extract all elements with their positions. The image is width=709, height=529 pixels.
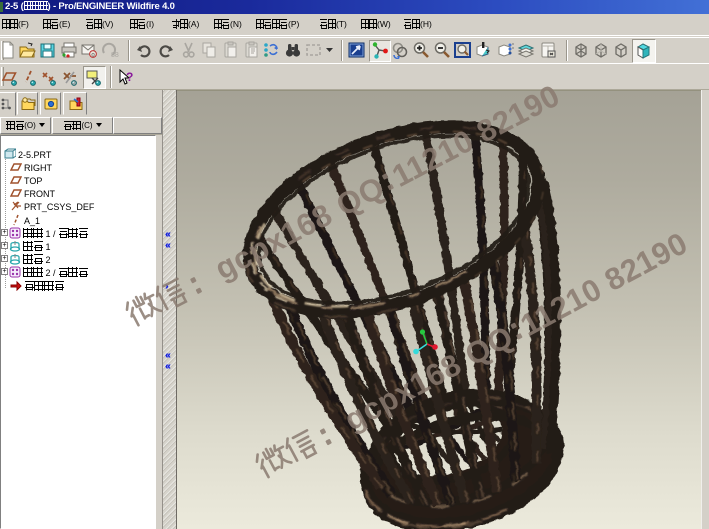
svg-text:?: ? <box>126 70 133 84</box>
svg-text:88: 88 <box>111 52 119 59</box>
